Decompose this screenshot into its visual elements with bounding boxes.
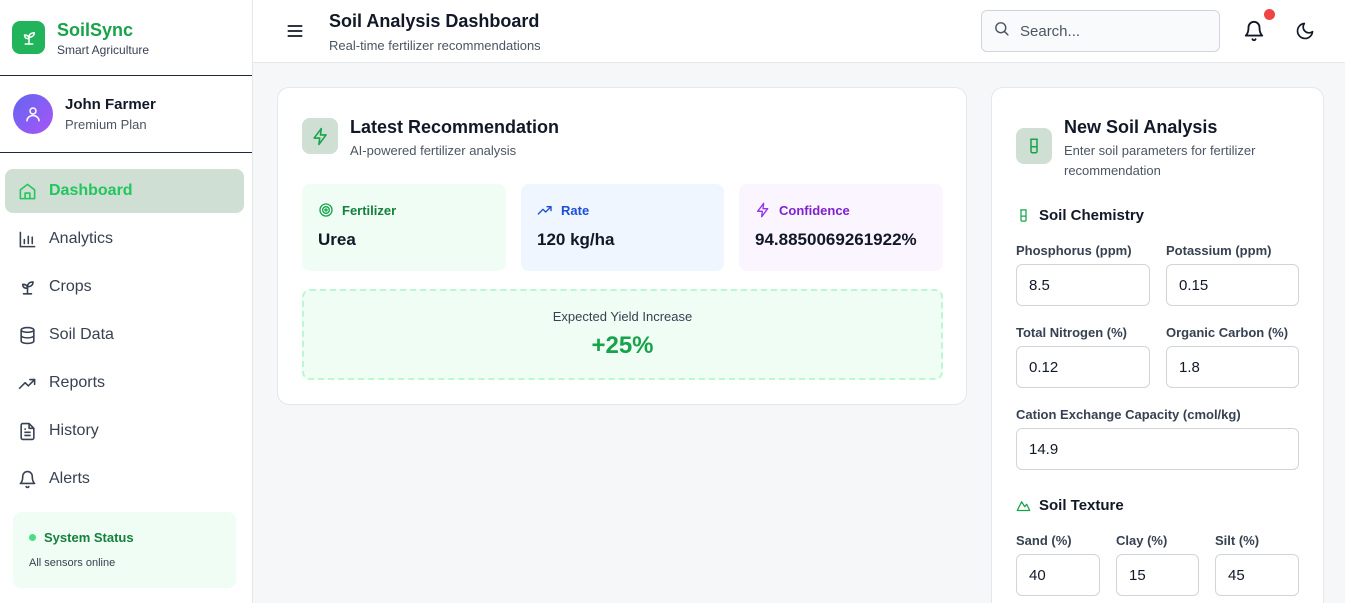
system-status-title: System Status <box>29 530 220 545</box>
system-status-panel: System Status All sensors online <box>13 512 236 588</box>
rate-metric: Rate 120 kg/ha <box>521 184 724 271</box>
dark-mode-moon-icon[interactable] <box>1295 21 1315 41</box>
soil-chemistry-label: Soil Chemistry <box>1039 207 1145 224</box>
search-icon <box>993 20 1010 42</box>
soil-chemistry-heading: Soil Chemistry <box>1016 207 1144 224</box>
form-title: New Soil Analysis <box>1064 117 1218 137</box>
search-input[interactable] <box>1020 22 1210 40</box>
nitrogen-label: Total Nitrogen (%) <box>1016 325 1127 340</box>
notification-badge <box>1264 9 1275 20</box>
sprout-icon <box>17 277 37 297</box>
mountain-icon <box>1016 501 1031 512</box>
recommendation-subtitle: AI-powered fertilizer analysis <box>350 143 517 158</box>
sidebar-item-dashboard[interactable]: Dashboard <box>5 169 244 213</box>
page-title: Soil Analysis Dashboard <box>329 11 540 31</box>
soil-texture-heading: Soil Texture <box>1016 497 1124 514</box>
confidence-label: Confidence <box>779 202 850 218</box>
notification-bell-icon[interactable] <box>1243 20 1265 42</box>
sand-label: Sand (%) <box>1016 533 1072 548</box>
sidebar-item-alerts[interactable]: Alerts <box>5 457 244 501</box>
beaker-icon <box>1016 128 1052 164</box>
sidebar-item-label: History <box>49 422 99 439</box>
organic-carbon-label: Organic Carbon (%) <box>1166 325 1289 340</box>
confidence-metric: Confidence 94.8850069261922% <box>739 184 943 271</box>
sidebar-item-label: Analytics <box>49 230 114 247</box>
yield-value: +25% <box>591 332 654 359</box>
sidebar-nav: Dashboard Analytics Crops Soil Data Repo… <box>0 153 252 501</box>
cec-input[interactable] <box>1016 428 1299 470</box>
brand-tagline: Smart Agriculture <box>57 42 150 57</box>
rate-label: Rate <box>561 202 590 218</box>
phosphorus-input[interactable] <box>1016 264 1150 306</box>
home-icon <box>17 181 37 201</box>
yield-label: Expected Yield Increase <box>552 309 693 324</box>
fertilizer-value: Urea <box>318 230 356 249</box>
silt-label: Silt (%) <box>1215 533 1260 548</box>
document-icon <box>17 421 37 441</box>
rate-value: 120 kg/ha <box>537 230 615 249</box>
top-header: Soil Analysis Dashboard Real-time fertil… <box>253 0 1345 63</box>
confidence-value: 94.8850069261922% <box>755 230 917 249</box>
bell-icon <box>17 469 37 489</box>
brand: SoilSync Smart Agriculture <box>0 0 252 76</box>
silt-input[interactable] <box>1215 554 1299 596</box>
database-icon <box>17 325 37 345</box>
fertilizer-label: Fertilizer <box>342 202 397 218</box>
user-profile[interactable]: John Farmer Premium Plan <box>0 76 252 153</box>
clay-label: Clay (%) <box>1116 533 1168 548</box>
soil-analysis-form-card: New Soil Analysis Enter soil parameters … <box>991 87 1324 603</box>
soil-texture-label: Soil Texture <box>1039 497 1124 514</box>
sidebar-item-analytics[interactable]: Analytics <box>5 217 244 261</box>
bar-chart-icon <box>17 229 37 249</box>
lightning-icon <box>302 118 338 154</box>
yield-increase-panel: Expected Yield Increase +25% <box>302 289 943 380</box>
sidebar-item-label: Crops <box>49 278 92 295</box>
sidebar-item-label: Alerts <box>49 470 90 487</box>
sidebar-item-label: Soil Data <box>49 326 114 343</box>
sidebar-item-soil-data[interactable]: Soil Data <box>5 313 244 357</box>
trending-up-icon <box>17 373 37 393</box>
form-subtitle: Enter soil parameters for fertilizer rec… <box>1064 143 1256 178</box>
recommendation-card: Latest Recommendation AI-powered fertili… <box>277 87 967 405</box>
organic-carbon-input[interactable] <box>1166 346 1299 388</box>
nitrogen-input[interactable] <box>1016 346 1150 388</box>
user-plan: Premium Plan <box>65 117 147 132</box>
sidebar-item-history[interactable]: History <box>5 409 244 453</box>
system-status-text: All sensors online <box>29 557 116 569</box>
menu-icon[interactable] <box>285 21 305 41</box>
sidebar-item-label: Dashboard <box>49 182 133 199</box>
potassium-label: Potassium (ppm) <box>1166 243 1272 258</box>
sand-input[interactable] <box>1016 554 1100 596</box>
fertilizer-metric: Fertilizer Urea <box>302 184 506 271</box>
cec-label: Cation Exchange Capacity (cmol/kg) <box>1016 407 1241 422</box>
trending-up-icon <box>537 206 552 215</box>
phosphorus-label: Phosphorus (ppm) <box>1016 243 1132 258</box>
lightning-icon <box>757 202 769 218</box>
sprout-logo-icon <box>12 21 45 54</box>
brand-name: SoilSync <box>57 19 134 40</box>
sidebar-item-reports[interactable]: Reports <box>5 361 244 405</box>
status-dot-icon <box>29 534 36 541</box>
avatar[interactable] <box>13 94 53 134</box>
user-name: John Farmer <box>65 96 156 113</box>
search-box[interactable] <box>981 10 1220 52</box>
beaker-icon <box>1020 209 1027 222</box>
potassium-input[interactable] <box>1166 264 1299 306</box>
clay-input[interactable] <box>1116 554 1199 596</box>
system-status-label: System Status <box>44 530 134 545</box>
sidebar: SoilSync Smart Agriculture John Farmer P… <box>0 0 253 603</box>
target-icon <box>319 203 333 217</box>
recommendation-title: Latest Recommendation <box>350 117 560 137</box>
sidebar-item-crops[interactable]: Crops <box>5 265 244 309</box>
page-subtitle: Real-time fertilizer recommendations <box>329 38 541 53</box>
sidebar-item-label: Reports <box>49 374 106 391</box>
